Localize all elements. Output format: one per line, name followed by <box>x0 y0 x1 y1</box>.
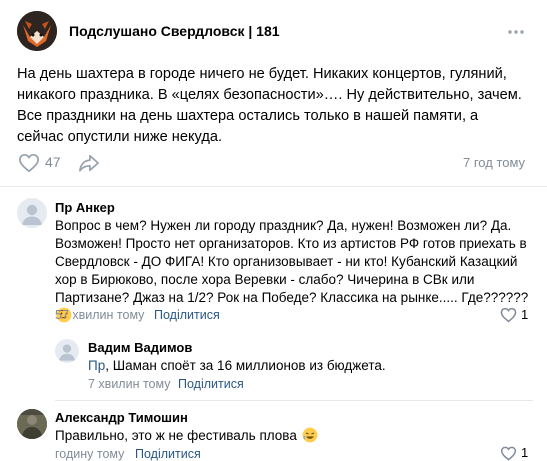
reply-text: Пр, Шаман споёт за 16 миллионов из бюдже… <box>88 358 386 373</box>
group-avatar[interactable] <box>17 11 57 51</box>
heart-icon <box>19 153 39 173</box>
comment-time[interactable]: годину тому <box>55 447 124 461</box>
group-title[interactable]: Подслушано Свердловск | 181 <box>69 23 280 39</box>
comment-divider <box>55 400 533 401</box>
comment-like-count: 1 <box>521 307 529 322</box>
comments-divider <box>0 186 547 187</box>
user-photo <box>17 409 47 439</box>
user-placeholder-icon <box>22 204 42 225</box>
comment-time[interactable]: 7 хвилин тому <box>88 377 170 391</box>
share-comment-button[interactable]: Поділитися <box>178 377 244 391</box>
comment-author[interactable]: Александр Тимошин <box>55 410 188 425</box>
fox-logo-icon <box>17 11 57 51</box>
comment-like-button[interactable]: 1 <box>500 445 530 461</box>
share-comment-button[interactable]: Поділитися <box>154 308 220 322</box>
comment-author[interactable]: Пр Анкер <box>55 200 115 215</box>
laughing-emoji-icon <box>302 427 318 443</box>
share-arrow-icon <box>79 154 99 172</box>
like-button[interactable]: 47 <box>18 152 78 174</box>
comment-like-count: 1 <box>521 445 529 460</box>
comment-like-button[interactable]: 1 <box>500 306 530 324</box>
comment-time[interactable]: 57 хвилин тому <box>55 308 144 322</box>
post-time[interactable]: 7 год тому <box>463 155 525 170</box>
avatar[interactable] <box>17 409 47 439</box>
heart-icon <box>500 446 517 461</box>
share-comment-button[interactable]: Поділитися <box>135 447 201 461</box>
post-text: На день шахтера в городе ничего не будет… <box>17 66 522 145</box>
reply-mention-link[interactable]: Пр <box>88 358 105 373</box>
like-count: 47 <box>45 154 61 170</box>
comment-author[interactable]: Вадим Вадимов <box>88 340 192 355</box>
heart-icon <box>500 307 517 323</box>
share-post-button[interactable] <box>78 153 100 173</box>
avatar[interactable] <box>17 198 47 228</box>
avatar[interactable] <box>55 339 79 363</box>
user-placeholder-icon <box>59 344 75 361</box>
more-dots-icon[interactable] <box>507 23 525 41</box>
comment-text: Правильно, это ж не фестиваль плова <box>55 427 525 445</box>
